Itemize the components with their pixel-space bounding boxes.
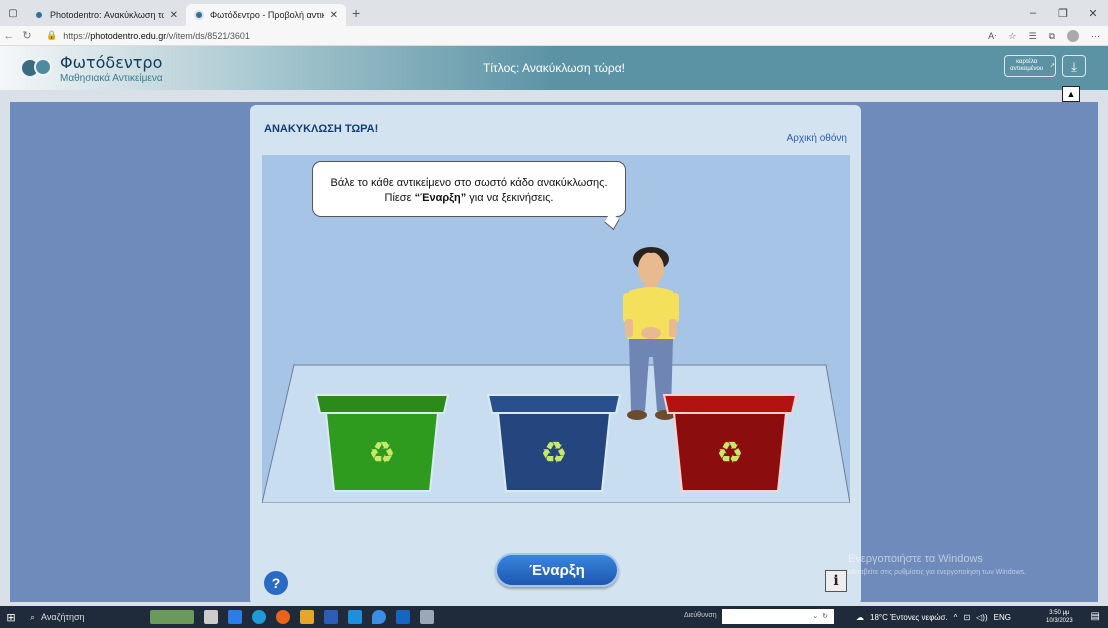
- taskbar-address-field[interactable]: ⌄ ↻: [722, 609, 834, 624]
- word-icon[interactable]: [324, 610, 338, 624]
- tray-chevron-icon[interactable]: ^: [954, 613, 958, 622]
- url-field[interactable]: 🔒 https://photodentro.edu.gr/v/item/ds/8…: [46, 30, 250, 41]
- red-recycling-bin[interactable]: ♻: [660, 391, 800, 495]
- download-icon: ⤓: [1071, 58, 1077, 74]
- windows-taskbar: ⊞ ⌕ Αναζήτηση Διεύθυνση ⌄ ↻ ☁ 18°C Έντον…: [0, 606, 1108, 628]
- firefox-icon[interactable]: [276, 610, 290, 624]
- system-tray: ☁ 18°C Έντονες νεφώσ. ^ ⊡ ◁)) ENG: [856, 606, 1011, 628]
- taskbar-search-label: Αναζήτηση: [41, 612, 85, 622]
- instruction-bubble: Βάλε το κάθε αντικείμενο στο σωστό κάδο …: [312, 161, 626, 217]
- notifications-icon[interactable]: ▤: [1091, 611, 1100, 622]
- green-recycling-bin[interactable]: ♻: [312, 391, 452, 495]
- site-header: Φωτόδεντρο Μαθησιακά Αντικείμενα Τίτλος:…: [0, 46, 1108, 90]
- home-screen-link[interactable]: Αρχική οθόνη: [787, 133, 847, 144]
- more-menu-icon[interactable]: ···: [1091, 31, 1100, 41]
- mail-icon[interactable]: [348, 610, 362, 624]
- task-view-icon[interactable]: [204, 610, 218, 624]
- start-button[interactable]: Έναρξη: [495, 553, 619, 587]
- windows-activation-watermark: Ενεργοποιήστε τα Windows Μεταβείτε στις …: [848, 553, 1026, 576]
- read-aloud-icon[interactable]: Aᐧ: [988, 31, 996, 42]
- browser-toolbar-icons: Aᐧ ☆ ☰ ⧉ ···: [988, 26, 1100, 46]
- watermark-line-2: Μεταβείτε στις ρυθμίσεις για ενεργοποίησ…: [848, 569, 1026, 576]
- instruction-line-2: Πίεσε “Έναρξη” για να ξεκινήσεις.: [384, 192, 554, 204]
- weather-icon[interactable]: ☁: [856, 613, 864, 622]
- close-tab-icon[interactable]: ✕: [330, 10, 338, 21]
- object-tab-label: καρτέλα αντικειμένου: [1010, 59, 1044, 72]
- minimize-icon[interactable]: –: [1018, 7, 1048, 19]
- activity-title: ΑΝΑΚΥΚΛΩΣΗ ΤΩΡΑ!: [264, 123, 379, 135]
- new-tab-icon[interactable]: +: [352, 5, 360, 21]
- window-controls: – ❐ ✕: [1018, 0, 1108, 26]
- outlook-icon[interactable]: [396, 610, 410, 624]
- taskbar-clock[interactable]: 3:50 μμ 10/3/2023: [1046, 609, 1073, 625]
- close-window-icon[interactable]: ✕: [1078, 7, 1108, 20]
- taskbar-address-label: Διεύθυνση: [684, 612, 717, 619]
- help-button[interactable]: ?: [264, 571, 288, 595]
- clock-date: 10/3/2023: [1046, 618, 1073, 624]
- browser-tab-1[interactable]: Photodentro: Ανακύκλωση τώρ ✕: [26, 4, 186, 26]
- app-icon[interactable]: [420, 610, 434, 624]
- recycle-icon: ♻: [541, 436, 568, 471]
- url-prefix: https://: [63, 30, 91, 41]
- activity-stage: Βάλε το κάθε αντικείμενο στο σωστό κάδο …: [262, 155, 850, 503]
- download-button[interactable]: ⤓: [1062, 55, 1086, 77]
- tab-title: Photodentro: Ανακύκλωση τώρ: [50, 10, 164, 20]
- windows-start-icon[interactable]: ⊞: [0, 611, 22, 624]
- taskbar-search[interactable]: ⌕ Αναζήτηση: [30, 608, 140, 626]
- edge-browser-icon[interactable]: [252, 610, 266, 624]
- weather-text[interactable]: 18°C Έντονες νεφώσ.: [870, 613, 948, 622]
- info-button[interactable]: i: [825, 570, 847, 592]
- page-title: Τίτλος: Ανακύκλωση τώρα!: [483, 61, 625, 75]
- close-tab-icon[interactable]: ✕: [170, 10, 178, 21]
- activity-card: ΑΝΑΚΥΚΛΩΣΗ ΤΩΡΑ! Αρχική οθόνη Βάλε το κά…: [250, 105, 861, 605]
- store-icon[interactable]: [300, 610, 314, 624]
- site-favicon-icon: [34, 10, 44, 20]
- tab-actions-icon[interactable]: ▢: [0, 0, 26, 26]
- instruction-line-1: Βάλε το κάθε αντικείμενο στο σωστό κάδο …: [330, 177, 608, 189]
- back-icon[interactable]: ←: [0, 30, 18, 42]
- refresh-icon[interactable]: ↻: [18, 29, 36, 42]
- search-highlight-image: [150, 610, 194, 624]
- url-host: photodentro.edu.gr: [90, 30, 167, 41]
- favorite-star-icon[interactable]: ☆: [1008, 31, 1016, 42]
- browser-tab-2[interactable]: Φωτόδεντρο - Προβολή αντικε ✕: [186, 4, 346, 26]
- blue-recycling-bin[interactable]: ♻: [484, 391, 624, 495]
- favorites-list-icon[interactable]: ☰: [1028, 31, 1036, 42]
- recycle-icon: ♻: [717, 436, 744, 471]
- recycle-icon: ♻: [369, 436, 396, 471]
- restore-icon[interactable]: ❐: [1048, 7, 1078, 20]
- clock-time: 3:50 μμ: [1049, 610, 1070, 616]
- language-indicator[interactable]: ENG: [994, 613, 1011, 622]
- file-explorer-icon[interactable]: [228, 610, 242, 624]
- collapse-up-icon[interactable]: ▲: [1062, 86, 1080, 102]
- url-path: /v/item/ds/8521/3601: [166, 30, 250, 41]
- volume-icon[interactable]: ◁)): [976, 613, 987, 622]
- profile-avatar-icon[interactable]: [1067, 30, 1079, 42]
- drop-app-icon[interactable]: [372, 610, 386, 624]
- collections-icon[interactable]: ⧉: [1049, 31, 1055, 42]
- network-icon[interactable]: ⊡: [963, 613, 970, 622]
- lock-icon: 🔒: [46, 30, 58, 40]
- search-icon: ⌕: [30, 611, 36, 622]
- watermark-line-1: Ενεργοποιήστε τα Windows: [848, 553, 983, 565]
- object-tab-button[interactable]: καρτέλα αντικειμένου ↗: [1004, 55, 1056, 77]
- browser-tab-strip: ▢ Photodentro: Ανακύκλωση τώρ ✕ Φωτόδεντ…: [0, 0, 1108, 26]
- tab-title: Φωτόδεντρο - Προβολή αντικε: [210, 10, 324, 20]
- site-favicon-icon: [194, 10, 204, 20]
- address-bar: ← ↻ 🔒 https://photodentro.edu.gr/v/item/…: [0, 26, 1108, 46]
